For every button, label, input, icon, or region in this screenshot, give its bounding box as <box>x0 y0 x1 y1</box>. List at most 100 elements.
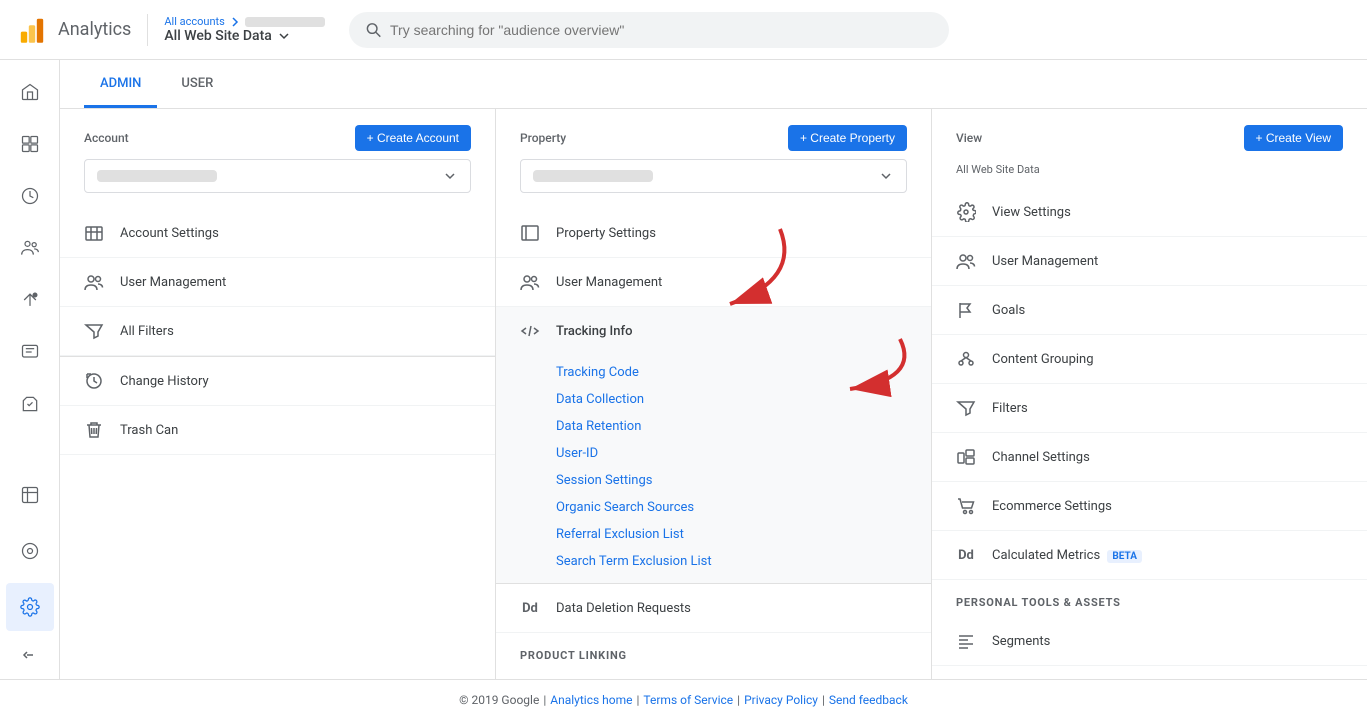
data-deletion-label: Data Deletion Requests <box>556 601 907 616</box>
menu-item-user-management-acct[interactable]: User Management <box>60 258 495 307</box>
menu-item-content-grouping[interactable]: Content Grouping <box>932 335 1367 384</box>
segments-icon <box>956 631 976 651</box>
menu-item-segments[interactable]: Segments <box>932 617 1367 666</box>
tracking-code-link[interactable]: Tracking Code <box>556 359 931 386</box>
nav-item-discover[interactable] <box>6 527 54 575</box>
trash-can-label: Trash Can <box>120 423 471 438</box>
account-name-blurred <box>97 170 217 182</box>
terms-link[interactable]: Terms of Service <box>643 693 733 707</box>
property-settings-label: Property Settings <box>556 226 907 241</box>
nav-collapse[interactable] <box>6 639 54 671</box>
menu-item-annotations[interactable]: Annotations <box>932 666 1367 679</box>
tabs-bar: ADMIN USER <box>60 60 1367 109</box>
building-icon <box>84 223 104 243</box>
view-column: View + Create View All Web Site Data Vie… <box>932 109 1367 679</box>
view-label-header: View <box>956 131 982 145</box>
organic-search-link[interactable]: Organic Search Sources <box>556 494 931 521</box>
filters-view-label: Filters <box>992 401 1343 416</box>
search-term-link[interactable]: Search Term Exclusion List <box>556 548 931 575</box>
property-selector-header[interactable]: All Web Site Data <box>164 28 324 44</box>
ecommerce-label: Ecommerce Settings <box>992 499 1343 514</box>
menu-item-ecommerce[interactable]: Ecommerce Settings <box>932 482 1367 531</box>
menu-item-account-settings[interactable]: Account Settings <box>60 209 495 258</box>
nav-item-realtime[interactable] <box>6 172 54 220</box>
menu-item-channel-settings[interactable]: Channel Settings <box>932 433 1367 482</box>
data-retention-link[interactable]: Data Retention <box>556 413 931 440</box>
tracking-info-item: Tracking Info Tracking Code Data Collect… <box>496 307 931 584</box>
account-column-header: Account + Create Account <box>60 109 495 159</box>
menu-item-user-management-view[interactable]: User Management <box>932 237 1367 286</box>
nav-item-audience[interactable] <box>6 224 54 272</box>
user-management-view-label: User Management <box>992 254 1343 269</box>
menu-item-all-filters[interactable]: All Filters <box>60 307 495 356</box>
nav-item-admin[interactable] <box>6 583 54 631</box>
search-input[interactable] <box>390 22 933 38</box>
create-account-button[interactable]: + Create Account <box>355 125 471 151</box>
analytics-home-link[interactable]: Analytics home <box>550 693 632 707</box>
nav-item-home[interactable] <box>6 68 54 116</box>
property-name-blurred <box>533 170 653 182</box>
analytics-logo <box>16 14 48 46</box>
nav-bottom <box>6 471 54 679</box>
logo-area: Analytics <box>16 14 148 46</box>
user-management-prop-label: User Management <box>556 275 907 290</box>
property-dropdown-icon <box>878 168 894 184</box>
session-settings-link[interactable]: Session Settings <box>556 467 931 494</box>
data-collection-link[interactable]: Data Collection <box>556 386 931 413</box>
beta-badge: BETA <box>1107 550 1142 563</box>
menu-item-trash-can[interactable]: Trash Can <box>60 406 495 455</box>
tracking-info-label: Tracking Info <box>556 324 632 339</box>
view-settings-label: View Settings <box>992 205 1343 220</box>
menu-item-data-deletion[interactable]: Dd Data Deletion Requests <box>496 584 931 633</box>
referral-exclusion-link[interactable]: Referral Exclusion List <box>556 521 931 548</box>
cart-icon <box>956 496 976 516</box>
history-icon <box>84 371 104 391</box>
tab-admin[interactable]: ADMIN <box>84 60 157 108</box>
search-bar[interactable] <box>349 12 949 48</box>
chevron-right-icon <box>229 16 241 28</box>
send-feedback-link[interactable]: Send feedback <box>829 693 908 707</box>
nav-item-acquisition[interactable] <box>6 276 54 324</box>
filter-view-icon <box>956 398 976 418</box>
user-management-acct-label: User Management <box>120 275 471 290</box>
product-linking-label: PRODUCT LINKING <box>496 633 931 670</box>
filter-icon <box>84 321 104 341</box>
menu-item-property-settings[interactable]: Property Settings <box>496 209 931 258</box>
nav-item-reports[interactable] <box>6 120 54 168</box>
account-column: Account + Create Account Account Setting… <box>60 109 496 679</box>
people-icon <box>84 272 104 292</box>
tab-user[interactable]: USER <box>165 60 229 108</box>
code-icon <box>520 321 540 341</box>
menu-item-google-ads[interactable]: Google Ads Linking <box>496 670 931 679</box>
menu-item-user-management-prop[interactable]: User Management <box>496 258 931 307</box>
dd-icon: Dd <box>520 598 540 618</box>
menu-item-calculated-metrics[interactable]: Dd Calculated Metrics BETA <box>932 531 1367 580</box>
privacy-link[interactable]: Privacy Policy <box>744 693 818 707</box>
view-name-section: All Web Site Data <box>932 159 1367 188</box>
menu-item-view-settings[interactable]: View Settings <box>932 188 1367 237</box>
flag-icon <box>956 300 976 320</box>
all-accounts-link[interactable]: All accounts <box>164 15 324 28</box>
left-nav <box>0 60 60 679</box>
menu-item-filters-view[interactable]: Filters <box>932 384 1367 433</box>
create-property-button[interactable]: + Create Property <box>788 125 907 151</box>
create-view-button[interactable]: + Create View <box>1244 125 1344 151</box>
user-id-link[interactable]: User-ID <box>556 440 931 467</box>
view-column-header: View + Create View <box>932 109 1367 159</box>
tracking-info-header[interactable]: Tracking Info <box>496 307 931 355</box>
menu-item-change-history[interactable]: Change History <box>60 357 495 406</box>
account-settings-label: Account Settings <box>120 226 471 241</box>
account-label: Account <box>84 131 129 145</box>
calculated-metrics-label: Calculated Metrics BETA <box>992 548 1343 563</box>
nav-item-customize[interactable] <box>6 471 54 519</box>
content-grouping-label: Content Grouping <box>992 352 1343 367</box>
account-selector-dropdown[interactable] <box>84 159 471 193</box>
content-grouping-icon <box>956 349 976 369</box>
menu-item-goals[interactable]: Goals <box>932 286 1367 335</box>
nav-item-behavior[interactable] <box>6 328 54 376</box>
property-label: Property <box>520 131 566 145</box>
property-selector-dropdown[interactable] <box>520 159 907 193</box>
nav-item-conversions[interactable] <box>6 380 54 428</box>
account-selector[interactable]: All accounts All Web Site Data <box>164 15 324 44</box>
change-history-label: Change History <box>120 374 471 389</box>
